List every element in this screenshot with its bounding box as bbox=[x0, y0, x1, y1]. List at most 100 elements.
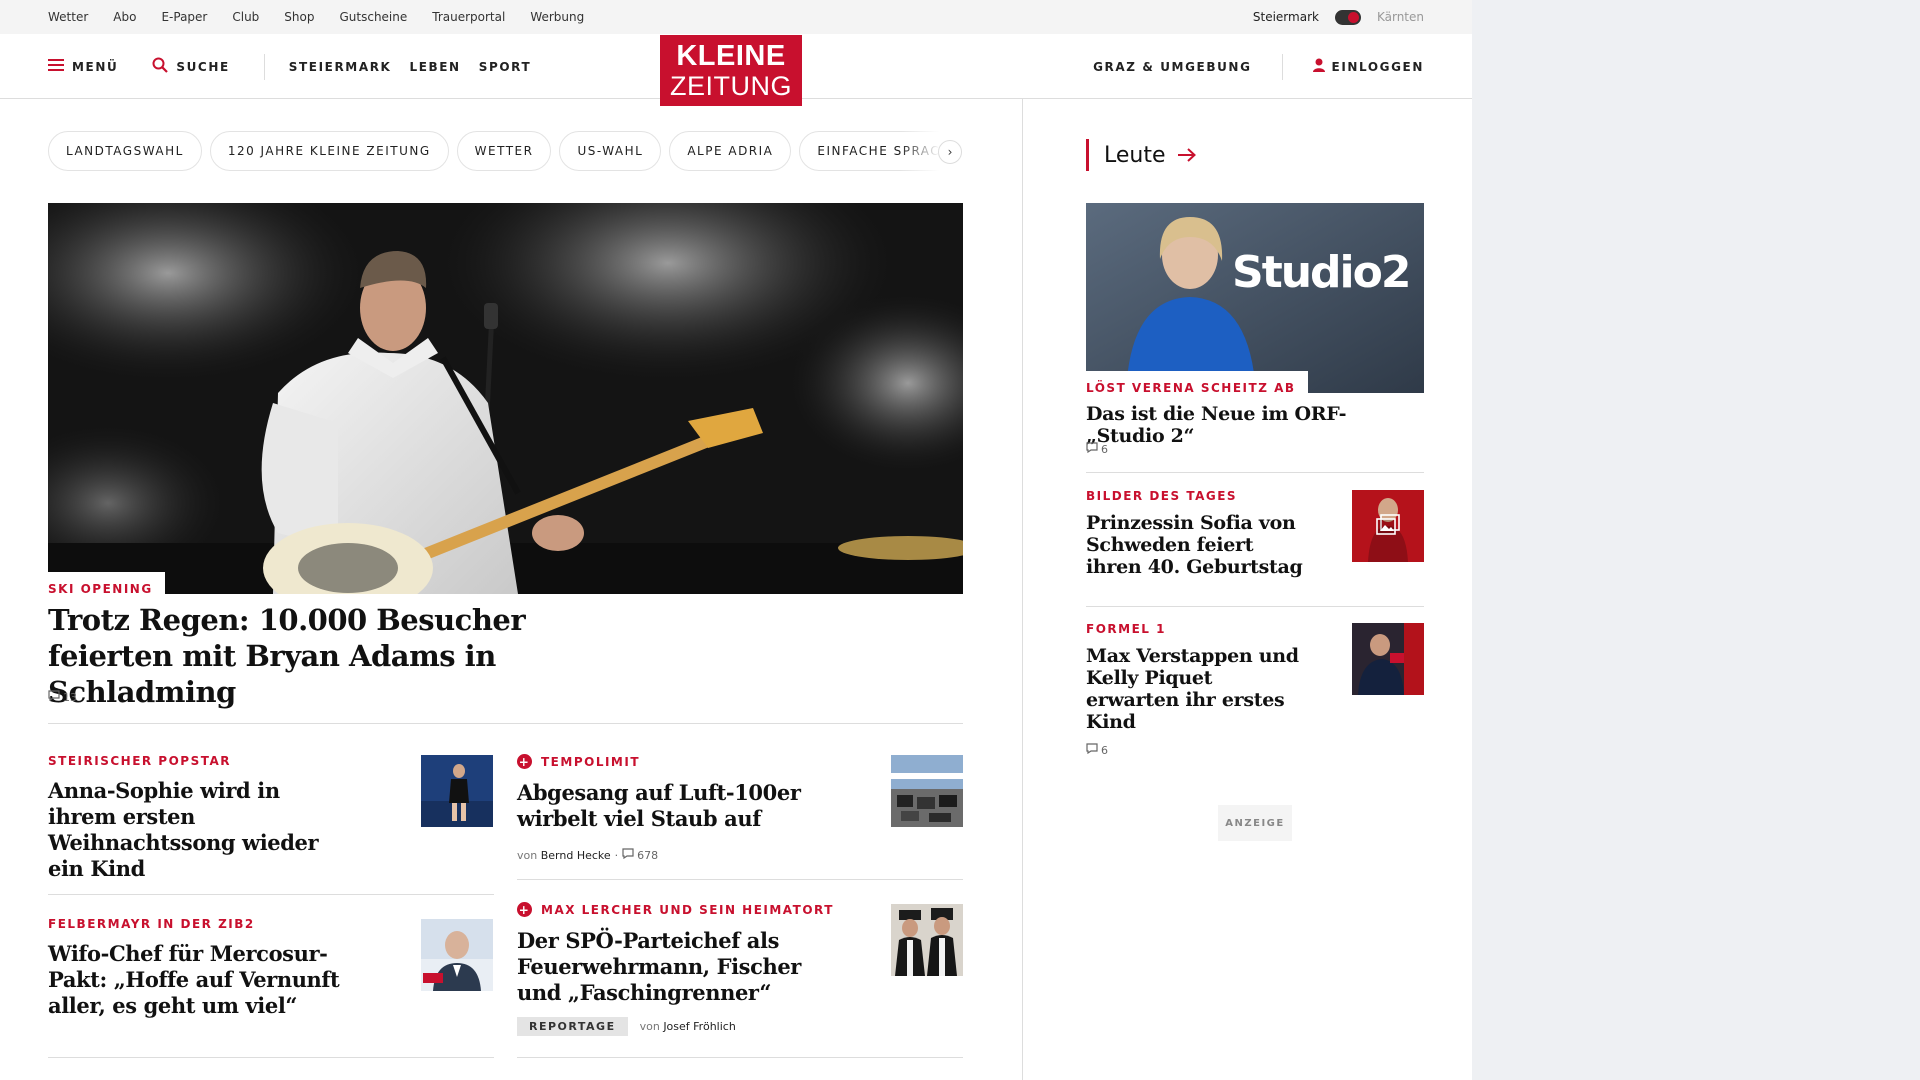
separator-right-2 bbox=[517, 1057, 963, 1058]
login-button[interactable]: EINLOGGEN bbox=[1312, 58, 1424, 75]
article-4-byline: von Josef Fröhlich bbox=[640, 1020, 736, 1033]
article-4-headline[interactable]: Der SPÖ-Parteichef als Feuerwehrmann, Fi… bbox=[517, 928, 837, 1006]
advertisement-label: ANZEIGE bbox=[1218, 805, 1292, 841]
chips-next-button[interactable]: › bbox=[938, 140, 962, 164]
article-2-meta: von Bernd Hecke · 678 bbox=[517, 848, 837, 862]
sidebar-1-headline[interactable]: Prinzessin Sofia von Schweden feiert ihr… bbox=[1086, 512, 1306, 578]
article-4-thumbnail[interactable] bbox=[891, 904, 963, 976]
article-2-comment-count[interactable]: 678 bbox=[637, 849, 658, 862]
menu-button[interactable]: MENÜ bbox=[48, 59, 118, 74]
article-4-kicker: MAX LERCHER UND SEIN HEIMATORT bbox=[541, 902, 834, 917]
sidebar-teaser-1[interactable]: BILDER DES TAGES Prinzessin Sofia von Sc… bbox=[1086, 489, 1306, 578]
sidebar-separator-2 bbox=[1086, 606, 1424, 607]
article-3-thumbnail[interactable] bbox=[421, 919, 493, 991]
utility-link-gutscheine[interactable]: Gutscheine bbox=[339, 10, 407, 24]
sidebar-2-photo bbox=[1352, 623, 1424, 695]
article-2-thumbnail[interactable] bbox=[891, 755, 963, 827]
header-divider-right bbox=[1281, 53, 1283, 80]
kleine-zeitung-logo[interactable]: KLEINE ZEITUNG bbox=[660, 35, 802, 106]
sidebar-separator-1 bbox=[1086, 472, 1424, 473]
region-kaernten[interactable]: Kärnten bbox=[1377, 10, 1424, 24]
utility-link-epaper[interactable]: E-Paper bbox=[161, 10, 207, 24]
leute-lead-meta: 6 bbox=[1086, 442, 1108, 456]
hero-comment-count[interactable]: 13 bbox=[63, 691, 77, 704]
sidebar-2-kicker: FORMEL 1 bbox=[1086, 622, 1166, 636]
utility-link-shop[interactable]: Shop bbox=[284, 10, 314, 24]
gallery-icon bbox=[1376, 514, 1400, 540]
leute-lead-image[interactable]: Studio2 bbox=[1086, 203, 1424, 393]
chip-us-wahl[interactable]: US-WAHL bbox=[559, 131, 662, 171]
region-steiermark[interactable]: Steiermark bbox=[1253, 10, 1319, 24]
separator-right-1 bbox=[517, 879, 963, 880]
header-divider bbox=[263, 53, 265, 80]
comment-icon bbox=[1086, 743, 1098, 757]
nav-sport[interactable]: SPORT bbox=[479, 60, 532, 74]
menu-label: MENÜ bbox=[72, 59, 119, 74]
article-3-headline[interactable]: Wifo-Chef für Mercosur-Pakt: „Hoffe auf … bbox=[48, 941, 348, 1019]
sidebar-1-kicker: BILDER DES TAGES bbox=[1086, 489, 1238, 503]
article-teaser-4[interactable]: + MAX LERCHER UND SEIN HEIMATORT Der SPÖ… bbox=[517, 902, 837, 1036]
utility-link-wetter[interactable]: Wetter bbox=[48, 10, 88, 24]
chip-landtagswahl[interactable]: LANDTAGSWAHL bbox=[48, 131, 202, 171]
main-header: MENÜ SUCHE STEIERMARK LEBEN SPORT KLEINE… bbox=[0, 34, 1472, 106]
article-4-tag[interactable]: REPORTAGE bbox=[517, 1017, 628, 1036]
hero-photo bbox=[48, 203, 963, 594]
article-1-kicker: STEIRISCHER POPSTAR bbox=[48, 754, 232, 768]
hamburger-icon bbox=[48, 59, 64, 74]
article-1-thumbnail[interactable] bbox=[421, 755, 493, 827]
header-right: GRAZ & UMGEBUNG EINLOGGEN bbox=[1093, 34, 1424, 99]
leute-lead-comment-count[interactable]: 6 bbox=[1101, 443, 1108, 456]
sidebar-2-meta: 6 bbox=[1086, 743, 1306, 757]
sidebar-2-thumbnail[interactable] bbox=[1352, 623, 1424, 695]
chip-120-jahre[interactable]: 120 JAHRE KLEINE ZEITUNG bbox=[209, 131, 449, 171]
plus-icon: + bbox=[517, 902, 532, 917]
article-2-headline[interactable]: Abgesang auf Luft-100er wirbelt viel Sta… bbox=[517, 780, 837, 832]
article-3-photo bbox=[421, 919, 493, 991]
article-teaser-3[interactable]: FELBERMAYR IN DER ZIB2 Wifo-Chef für Mer… bbox=[48, 917, 348, 1019]
utility-link-trauerportal[interactable]: Trauerportal bbox=[432, 10, 505, 24]
article-4-author-prefix: von bbox=[639, 1020, 660, 1033]
search-button[interactable]: SUCHE bbox=[152, 57, 229, 76]
article-2-author[interactable]: Bernd Hecke bbox=[541, 849, 611, 862]
hero-kicker-box: SKI OPENING bbox=[48, 572, 165, 596]
separator-left-1 bbox=[48, 894, 494, 895]
search-label: SUCHE bbox=[176, 59, 230, 74]
hero-separator bbox=[48, 723, 963, 724]
article-teaser-2[interactable]: + TEMPOLIMIT Abgesang auf Luft-100er wir… bbox=[517, 754, 837, 862]
nav-leben[interactable]: LEBEN bbox=[409, 60, 460, 74]
separator-left-2 bbox=[48, 1057, 494, 1058]
nav-graz-umgebung[interactable]: GRAZ & UMGEBUNG bbox=[1093, 60, 1251, 74]
sidebar-2-comment-count[interactable]: 6 bbox=[1101, 744, 1108, 757]
article-teaser-1[interactable]: STEIRISCHER POPSTAR Anna-Sophie wird in … bbox=[48, 754, 348, 882]
article-4-meta: REPORTAGE von Josef Fröhlich bbox=[517, 1017, 837, 1036]
column-divider bbox=[1022, 99, 1023, 1080]
utility-link-werbung[interactable]: Werbung bbox=[530, 10, 584, 24]
leute-lead-headline[interactable]: Das ist die Neue im ORF- „Studio 2“ bbox=[1086, 403, 1424, 447]
leute-lead-kicker: LÖST VERENA SCHEITZ AB bbox=[1086, 381, 1296, 395]
chip-wetter[interactable]: WETTER bbox=[456, 131, 552, 171]
logo-line-2: ZEITUNG bbox=[670, 71, 792, 101]
chip-alpe-adria[interactable]: ALPE ADRIA bbox=[669, 131, 792, 171]
article-1-headline[interactable]: Anna-Sophie wird in ihrem ersten Weihnac… bbox=[48, 778, 348, 882]
article-1-photo bbox=[421, 755, 493, 827]
sidebar-1-thumbnail[interactable] bbox=[1352, 490, 1424, 562]
sidebar-teaser-2[interactable]: FORMEL 1 Max Verstappen und Kelly Piquet… bbox=[1086, 622, 1306, 757]
hero-headline[interactable]: Trotz Regen: 10.000 Besucher feierten mi… bbox=[48, 602, 608, 710]
header-left: MENÜ SUCHE STEIERMARK LEBEN SPORT bbox=[48, 34, 549, 99]
region-switch: Steiermark Kärnten bbox=[1253, 0, 1424, 34]
utility-nav: Wetter Abo E-Paper Club Shop Gutscheine … bbox=[48, 0, 609, 34]
region-toggle[interactable] bbox=[1334, 9, 1361, 25]
nav-steiermark[interactable]: STEIERMARK bbox=[289, 60, 392, 74]
logo-line-1: KLEINE bbox=[676, 40, 786, 72]
utility-link-club[interactable]: Club bbox=[232, 10, 259, 24]
hero-kicker: SKI OPENING bbox=[48, 582, 153, 596]
section-leute-heading[interactable]: Leute bbox=[1086, 139, 1196, 171]
utility-link-abo[interactable]: Abo bbox=[113, 10, 136, 24]
hero-image[interactable] bbox=[48, 203, 963, 594]
comment-icon bbox=[622, 848, 634, 862]
article-4-author[interactable]: Josef Fröhlich bbox=[663, 1020, 735, 1033]
toggle-knob bbox=[1347, 11, 1359, 23]
site-page: Wetter Abo E-Paper Club Shop Gutscheine … bbox=[0, 0, 1472, 1080]
arrow-right-icon bbox=[1177, 143, 1196, 168]
sidebar-2-headline[interactable]: Max Verstappen und Kelly Piquet erwarten… bbox=[1086, 645, 1306, 733]
